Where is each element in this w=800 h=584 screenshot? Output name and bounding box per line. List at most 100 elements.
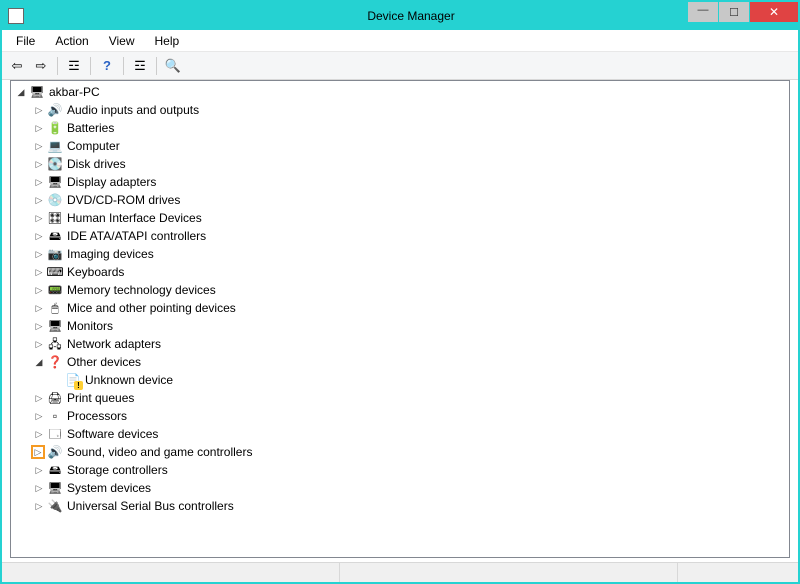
tree-arrow-closed[interactable]: ▷ — [33, 338, 45, 350]
tree-label[interactable]: Print queues — [67, 389, 134, 407]
arrow-right-icon: ⇨ — [36, 58, 47, 74]
tree-row[interactable]: ▷🔌Universal Serial Bus controllers — [33, 497, 787, 515]
tree-arrow-open[interactable]: ◢ — [15, 86, 27, 98]
menu-file[interactable]: File — [6, 32, 45, 50]
tree-row[interactable]: ▷🔊Audio inputs and outputs — [33, 101, 787, 119]
tree-arrow-closed[interactable]: ▷ — [33, 410, 45, 422]
tree-row[interactable]: ▷💻Computer — [33, 137, 787, 155]
tree-arrow-closed[interactable]: ▷ — [33, 500, 45, 512]
tree-label[interactable]: Imaging devices — [67, 245, 154, 263]
tree-row[interactable]: ▷🖧Network adapters — [33, 335, 787, 353]
minimize-button[interactable] — [688, 2, 718, 22]
statusbar — [2, 562, 798, 582]
tree-label[interactable]: DVD/CD-ROM drives — [67, 191, 180, 209]
tree-label[interactable]: Audio inputs and outputs — [67, 101, 199, 119]
tree-label[interactable]: Human Interface Devices — [67, 209, 202, 227]
tree-label[interactable]: System devices — [67, 479, 151, 497]
menu-action[interactable]: Action — [45, 32, 98, 50]
tree-arrow-closed[interactable]: ▷ — [33, 158, 45, 170]
keyboard-icon: ⌨ — [47, 264, 63, 280]
properties-button[interactable]: ☲ — [129, 55, 151, 77]
tree-row[interactable]: ▷🖱Mice and other pointing devices — [33, 299, 787, 317]
tree-row[interactable]: 📄Unknown device — [51, 371, 787, 389]
tree-row-root[interactable]: ◢🖥akbar-PC — [15, 83, 787, 101]
tree-arrow-open[interactable]: ◢ — [33, 356, 45, 368]
status-cell — [340, 563, 678, 582]
scan-icon: 🔍 — [165, 58, 181, 74]
tree-arrow-closed[interactable]: ▷ — [33, 428, 45, 440]
tree-label[interactable]: Unknown device — [85, 371, 173, 389]
menu-help[interactable]: Help — [145, 32, 190, 50]
tree-row[interactable]: ▷🖴Storage controllers — [33, 461, 787, 479]
tree-row[interactable]: ▷🗔Software devices — [33, 425, 787, 443]
storage-icon: 🖴 — [47, 462, 63, 478]
tree-arrow-closed[interactable]: ▷ — [31, 445, 45, 459]
tree-row[interactable]: ▷🖥Display adapters — [33, 173, 787, 191]
tree-row[interactable]: ▷💿DVD/CD-ROM drives — [33, 191, 787, 209]
tree-row[interactable]: ▷📷Imaging devices — [33, 245, 787, 263]
tree-label[interactable]: Network adapters — [67, 335, 161, 353]
unknown-icon: 📄 — [65, 372, 81, 388]
tree-row[interactable]: ▷▫Processors — [33, 407, 787, 425]
tree-label[interactable]: Sound, video and game controllers — [67, 443, 252, 461]
tree-label[interactable]: Memory technology devices — [67, 281, 216, 299]
tree-label[interactable]: Universal Serial Bus controllers — [67, 497, 234, 515]
tree-row[interactable]: ▷💽Disk drives — [33, 155, 787, 173]
tree-arrow-closed[interactable]: ▷ — [33, 176, 45, 188]
tree-arrow-closed[interactable]: ▷ — [33, 230, 45, 242]
tree-label[interactable]: Computer — [67, 137, 120, 155]
tree-label[interactable]: IDE ATA/ATAPI controllers — [67, 227, 206, 245]
tree-row[interactable]: ▷🖴IDE ATA/ATAPI controllers — [33, 227, 787, 245]
tree-label[interactable]: Other devices — [67, 353, 141, 371]
tree-arrow-closed[interactable]: ▷ — [33, 464, 45, 476]
computer-icon: 🖥 — [29, 84, 45, 100]
tree-row[interactable]: ▷🔋Batteries — [33, 119, 787, 137]
tree-label[interactable]: Batteries — [67, 119, 114, 137]
tree-row[interactable]: ▷🖥System devices — [33, 479, 787, 497]
tree-arrow-closed[interactable]: ▷ — [33, 392, 45, 404]
tree-label[interactable]: Storage controllers — [67, 461, 168, 479]
tree-arrow-closed[interactable]: ▷ — [33, 266, 45, 278]
forward-button[interactable]: ⇨ — [30, 55, 52, 77]
maximize-button[interactable] — [719, 2, 749, 22]
tree-label[interactable]: Display adapters — [67, 173, 156, 191]
menubar: File Action View Help — [2, 30, 798, 52]
scan-hardware-button[interactable]: 🔍 — [162, 55, 184, 77]
tree-row[interactable]: ▷🎛Human Interface Devices — [33, 209, 787, 227]
window-title: Device Manager — [24, 9, 798, 23]
close-button[interactable] — [750, 2, 798, 22]
tree-row[interactable]: ▷🔊Sound, video and game controllers — [33, 443, 787, 461]
tree-arrow-closed[interactable]: ▷ — [33, 194, 45, 206]
display-icon: 🖥 — [47, 174, 63, 190]
tree-label[interactable]: Keyboards — [67, 263, 124, 281]
tree-arrow-closed[interactable]: ▷ — [33, 248, 45, 260]
show-hide-console-tree-button[interactable]: ☲ — [63, 55, 85, 77]
tree-arrow-closed[interactable]: ▷ — [33, 302, 45, 314]
tree-row[interactable]: ▷⌨Keyboards — [33, 263, 787, 281]
tree-label[interactable]: Mice and other pointing devices — [67, 299, 236, 317]
tree-row[interactable]: ▷🖨Print queues — [33, 389, 787, 407]
help-button[interactable]: ? — [96, 55, 118, 77]
tree-label[interactable]: Software devices — [67, 425, 158, 443]
properties-icon: ☲ — [134, 58, 146, 74]
tree-row[interactable]: ▷🖥Monitors — [33, 317, 787, 335]
tree-arrow-closed[interactable]: ▷ — [33, 140, 45, 152]
device-tree-panel[interactable]: ◢🖥akbar-PC▷🔊Audio inputs and outputs▷🔋Ba… — [10, 80, 790, 558]
tree-arrow-closed[interactable]: ▷ — [33, 284, 45, 296]
tree-row[interactable]: ◢❓Other devices — [33, 353, 787, 371]
tree-arrow-closed[interactable]: ▷ — [33, 212, 45, 224]
status-cell — [2, 563, 340, 582]
tree-arrow-closed[interactable]: ▷ — [33, 122, 45, 134]
tree-label[interactable]: Monitors — [67, 317, 113, 335]
battery-icon: 🔋 — [47, 120, 63, 136]
tree-label[interactable]: Processors — [67, 407, 127, 425]
tree-arrow-closed[interactable]: ▷ — [33, 104, 45, 116]
menu-view[interactable]: View — [99, 32, 145, 50]
tree-label[interactable]: akbar-PC — [49, 83, 100, 101]
tree-arrow-closed[interactable]: ▷ — [33, 482, 45, 494]
tree-arrow-closed[interactable]: ▷ — [33, 320, 45, 332]
back-button[interactable]: ⇦ — [6, 55, 28, 77]
toolbar-separator — [123, 57, 124, 75]
tree-label[interactable]: Disk drives — [67, 155, 126, 173]
tree-row[interactable]: ▷📟Memory technology devices — [33, 281, 787, 299]
